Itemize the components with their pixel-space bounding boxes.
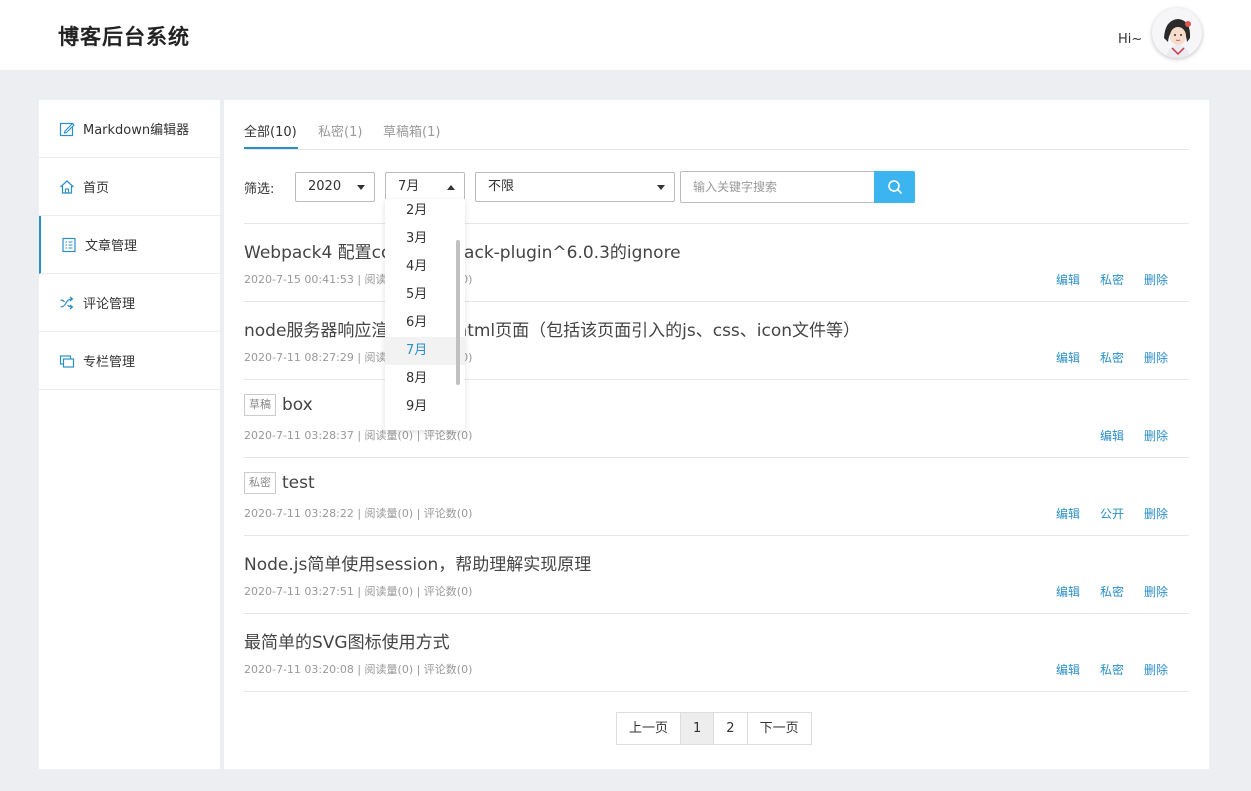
article-actions: 编辑 公开 删除 [1036,505,1168,522]
article-actions: 编辑 私密 删除 [1036,583,1168,600]
public-link[interactable]: 公开 [1100,507,1124,521]
search-button[interactable] [874,171,915,203]
avatar-image-icon [1152,8,1202,58]
filter-label: 筛选: [244,182,275,197]
article-title-text: node服务器响应渲染静态的html页面（包括该页面引入的js、css、icon… [244,321,861,341]
top-header: 博客后台系统 Hi~ [0,0,1251,70]
private-link[interactable]: 私密 [1100,585,1124,599]
month-option[interactable]: 5月 [385,281,465,309]
draft-badge: 草稿 [244,394,276,416]
pagination: 上一页 1 2 下一页 [616,712,812,745]
tab-private[interactable]: 私密(1) [318,121,362,140]
article-actions: 编辑 私密 删除 [1036,271,1168,288]
article-meta: 2020-7-11 03:20:08 | 阅读量(0) | 评论数(0) [244,663,473,676]
comment-icon [59,295,75,311]
greeting-text: Hi~ [1118,32,1143,47]
private-link[interactable]: 私密 [1100,273,1124,287]
article-meta: 2020-7-11 03:27:51 | 阅读量(0) | 评论数(0) [244,585,473,598]
article-list-icon [61,237,77,253]
year-select-value: 2020 [308,179,342,194]
delete-link[interactable]: 删除 [1144,663,1168,677]
article-row: 私密 test 2020-7-11 03:28:22 | 阅读量(0) | 评论数… [244,458,1189,536]
page-button-2[interactable]: 2 [714,713,748,744]
active-tab-indicator [244,147,298,149]
article-title-text: 最简单的SVG图标使用方式 [244,633,450,653]
month-option[interactable]: 6月 [385,309,465,337]
year-select[interactable]: 2020 [295,172,375,202]
sidebar-item-home[interactable]: 首页 [39,158,220,216]
article-title-text: Node.js简单使用session，帮助理解实现原理 [244,555,592,575]
month-option[interactable]: 9月 [385,393,465,421]
sidebar-item-comment-management[interactable]: 评论管理 [39,274,220,332]
category-select-value: 不限 [488,179,515,194]
column-icon [59,353,75,369]
edit-icon [59,121,75,137]
article-title[interactable]: 草稿 box [244,394,313,416]
sidebar: Markdown编辑器 首页 文章管理 评论管理 专栏管理 [39,100,220,769]
sidebar-item-article-management[interactable]: 文章管理 [39,216,220,274]
edit-link[interactable]: 编辑 [1056,585,1080,599]
article-title[interactable]: 私密 test [244,472,315,494]
sidebar-item-markdown-editor[interactable]: Markdown编辑器 [39,100,220,158]
search-input[interactable] [680,171,875,203]
home-icon [59,179,75,195]
sidebar-item-label: 评论管理 [83,297,136,312]
chevron-down-icon [357,185,365,190]
month-option-selected[interactable]: 7月 [385,337,465,365]
page-button-1[interactable]: 1 [681,713,715,744]
month-option[interactable]: 2月 [385,199,465,225]
sidebar-item-column-management[interactable]: 专栏管理 [39,332,220,390]
sidebar-item-label: 文章管理 [85,239,138,254]
edit-link[interactable]: 编辑 [1100,429,1124,443]
article-title-text: test [282,473,315,493]
sidebar-item-label: 首页 [83,181,110,196]
month-option[interactable]: 3月 [385,225,465,253]
article-meta: 2020-7-11 03:28:22 | 阅读量(0) | 评论数(0) [244,507,473,520]
avatar[interactable] [1152,8,1202,58]
private-link[interactable]: 私密 [1100,663,1124,677]
article-title-text: box [282,395,313,415]
article-row: Node.js简单使用session，帮助理解实现原理 2020-7-11 03… [244,536,1189,614]
delete-link[interactable]: 删除 [1144,273,1168,287]
article-actions: 编辑 私密 删除 [1036,349,1168,366]
category-select[interactable]: 不限 [475,172,675,202]
month-dropdown-menu: 2月 3月 4月 5月 6月 7月 8月 9月 [385,199,465,430]
delete-link[interactable]: 删除 [1144,429,1168,443]
delete-link[interactable]: 删除 [1144,507,1168,521]
month-option[interactable]: 4月 [385,253,465,281]
prev-page-button[interactable]: 上一页 [617,713,682,744]
article-actions: 编辑 删除 [1080,427,1168,444]
delete-link[interactable]: 删除 [1144,351,1168,365]
edit-link[interactable]: 编辑 [1056,273,1080,287]
search-icon [887,180,902,195]
article-tabs: 全部(10) 私密(1) 草稿箱(1) [244,100,1189,150]
private-link[interactable]: 私密 [1100,351,1124,365]
edit-link[interactable]: 编辑 [1056,351,1080,365]
month-select-value: 7月 [398,179,420,194]
tab-drafts[interactable]: 草稿箱(1) [383,121,440,140]
month-option[interactable]: 8月 [385,365,465,393]
month-select[interactable]: 7月 [385,172,465,202]
article-title[interactable]: 最简单的SVG图标使用方式 [244,628,450,653]
main-panel: 全部(10) 私密(1) 草稿箱(1) 筛选: 2020 7月 不限 Webpa… [224,100,1209,769]
article-title[interactable]: node服务器响应渲染静态的html页面（包括该页面引入的js、css、icon… [244,316,860,341]
edit-link[interactable]: 编辑 [1056,507,1080,521]
edit-link[interactable]: 编辑 [1056,663,1080,677]
delete-link[interactable]: 删除 [1144,585,1168,599]
article-actions: 编辑 私密 删除 [1036,661,1168,678]
chevron-down-icon [657,185,665,190]
chevron-up-icon [447,185,455,190]
dropdown-scrollbar[interactable] [456,240,460,385]
sidebar-item-label: Markdown编辑器 [83,123,190,138]
next-page-button[interactable]: 下一页 [748,713,811,744]
brand-title: 博客后台系统 [58,25,190,49]
sidebar-item-label: 专栏管理 [83,355,136,370]
article-title[interactable]: Node.js简单使用session，帮助理解实现原理 [244,550,591,575]
tab-all[interactable]: 全部(10) [244,121,297,140]
article-row: 最简单的SVG图标使用方式 2020-7-11 03:20:08 | 阅读量(0… [244,614,1189,692]
private-badge: 私密 [244,472,276,494]
